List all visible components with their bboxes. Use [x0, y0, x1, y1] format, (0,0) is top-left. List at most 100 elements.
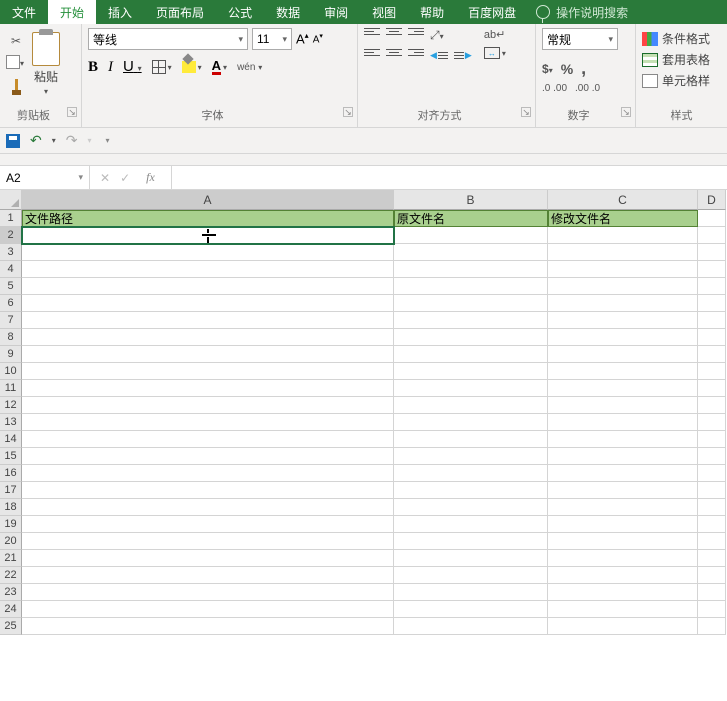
- row-header[interactable]: 1: [0, 210, 22, 227]
- cell[interactable]: [548, 380, 698, 397]
- save-button[interactable]: [6, 134, 20, 148]
- cell[interactable]: [394, 601, 548, 618]
- cell[interactable]: [394, 482, 548, 499]
- row-header[interactable]: 19: [0, 516, 22, 533]
- row-header[interactable]: 20: [0, 533, 22, 550]
- bold-button[interactable]: B: [88, 59, 98, 76]
- paste-dropdown[interactable]: ▾: [44, 87, 48, 96]
- cell[interactable]: [22, 601, 394, 618]
- cell[interactable]: [394, 550, 548, 567]
- redo-dropdown[interactable]: ▾: [87, 136, 91, 145]
- cell[interactable]: [22, 227, 394, 244]
- border-button[interactable]: ▾: [152, 60, 172, 74]
- cell[interactable]: [698, 329, 726, 346]
- cell[interactable]: [22, 584, 394, 601]
- cell[interactable]: [394, 431, 548, 448]
- tab-review[interactable]: 审阅: [312, 0, 360, 24]
- cell[interactable]: [22, 516, 394, 533]
- tab-insert[interactable]: 插入: [96, 0, 144, 24]
- cancel-edit-button[interactable]: ✕: [100, 171, 110, 185]
- row-header[interactable]: 5: [0, 278, 22, 295]
- align-center-button[interactable]: [386, 49, 402, 61]
- cell[interactable]: [548, 618, 698, 635]
- cell[interactable]: [22, 414, 394, 431]
- col-header-C[interactable]: C: [548, 190, 698, 210]
- cell[interactable]: [698, 499, 726, 516]
- cell[interactable]: [22, 431, 394, 448]
- paste-button[interactable]: 粘贴: [34, 68, 58, 85]
- increase-indent-button[interactable]: ▶: [454, 49, 472, 61]
- cell[interactable]: [548, 414, 698, 431]
- cell[interactable]: [22, 482, 394, 499]
- cell[interactable]: [548, 397, 698, 414]
- cell[interactable]: [698, 363, 726, 380]
- cell[interactable]: [548, 516, 698, 533]
- cell[interactable]: [394, 295, 548, 312]
- col-header-A[interactable]: A: [22, 190, 394, 210]
- format-as-table-button[interactable]: 套用表格: [642, 49, 721, 70]
- cell[interactable]: [22, 533, 394, 550]
- cell[interactable]: [22, 618, 394, 635]
- phonetic-button[interactable]: wén ▾: [237, 62, 262, 73]
- cell[interactable]: [548, 431, 698, 448]
- cell[interactable]: [698, 482, 726, 499]
- cell[interactable]: [394, 261, 548, 278]
- row-header[interactable]: 15: [0, 448, 22, 465]
- cell[interactable]: [394, 380, 548, 397]
- fill-color-button[interactable]: ▾: [182, 61, 202, 73]
- decrease-decimal-button[interactable]: .00 .0: [575, 83, 600, 94]
- cell[interactable]: [394, 278, 548, 295]
- align-left-button[interactable]: [364, 49, 380, 61]
- cell[interactable]: [394, 414, 548, 431]
- row-header[interactable]: 3: [0, 244, 22, 261]
- cell[interactable]: [22, 499, 394, 516]
- cell[interactable]: [548, 533, 698, 550]
- number-launcher[interactable]: ↘: [621, 107, 631, 117]
- tab-file[interactable]: 文件: [0, 0, 48, 24]
- clipboard-launcher[interactable]: ↘: [67, 107, 77, 117]
- tab-formulas[interactable]: 公式: [216, 0, 264, 24]
- row-header[interactable]: 16: [0, 465, 22, 482]
- confirm-edit-button[interactable]: ✓: [120, 171, 130, 185]
- cell[interactable]: [394, 567, 548, 584]
- align-bottom-button[interactable]: [408, 28, 424, 40]
- cell[interactable]: [698, 431, 726, 448]
- row-header[interactable]: 23: [0, 584, 22, 601]
- cell[interactable]: [394, 244, 548, 261]
- tab-baidu[interactable]: 百度网盘: [456, 0, 528, 24]
- cell[interactable]: [698, 380, 726, 397]
- col-header-D[interactable]: D: [698, 190, 726, 210]
- cell[interactable]: [698, 414, 726, 431]
- cell[interactable]: [548, 465, 698, 482]
- cell[interactable]: [698, 210, 726, 227]
- cell[interactable]: [698, 312, 726, 329]
- cell[interactable]: [698, 567, 726, 584]
- undo-dropdown[interactable]: ▾: [52, 136, 56, 145]
- merge-center-button[interactable]: ↔▾: [484, 47, 506, 59]
- cell[interactable]: [698, 346, 726, 363]
- cell[interactable]: [548, 329, 698, 346]
- cell[interactable]: [698, 278, 726, 295]
- orientation-button[interactable]: ⤢▾: [430, 28, 444, 43]
- cell[interactable]: [698, 550, 726, 567]
- cell[interactable]: [698, 244, 726, 261]
- font-color-button[interactable]: A▾: [212, 60, 227, 75]
- cell[interactable]: 原文件名: [394, 210, 548, 227]
- cell[interactable]: [22, 448, 394, 465]
- cell[interactable]: [394, 448, 548, 465]
- qat-customize[interactable]: ▾: [106, 136, 110, 145]
- cell[interactable]: [548, 261, 698, 278]
- align-right-button[interactable]: [408, 49, 424, 61]
- tab-data[interactable]: 数据: [264, 0, 312, 24]
- cell[interactable]: [698, 584, 726, 601]
- cell[interactable]: [394, 465, 548, 482]
- cell[interactable]: [698, 227, 726, 244]
- cell[interactable]: [22, 567, 394, 584]
- row-header[interactable]: 17: [0, 482, 22, 499]
- align-launcher[interactable]: ↘: [521, 107, 531, 117]
- cell[interactable]: [22, 380, 394, 397]
- cell[interactable]: [548, 278, 698, 295]
- row-header[interactable]: 7: [0, 312, 22, 329]
- wrap-text-button[interactable]: ab↵: [484, 28, 506, 41]
- accounting-format-button[interactable]: $▾: [542, 62, 553, 76]
